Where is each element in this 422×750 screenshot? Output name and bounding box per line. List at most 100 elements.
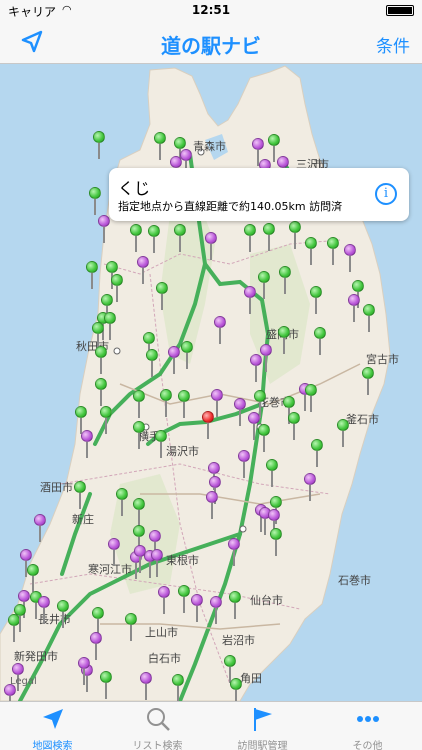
map-pin-unvisited[interactable] — [327, 237, 339, 265]
map-pin-visited[interactable] — [98, 215, 110, 243]
map-pin-unvisited[interactable] — [258, 424, 270, 452]
city-label: 仙台市 — [250, 594, 283, 607]
conditions-button[interactable]: 条件 — [376, 32, 410, 57]
tab-visited-management[interactable]: 訪問駅管理 — [210, 702, 315, 750]
map-pin-visited[interactable] — [205, 232, 217, 260]
map-pin-visited[interactable] — [250, 354, 262, 382]
flag-icon — [254, 708, 272, 731]
map-pin-unvisited[interactable] — [155, 430, 167, 458]
map-view[interactable]: 青森市 三沢市 秋田市 宮古市 盛岡市 花巻市 釜石市 湯沢市 横手 酒田市 新… — [0, 64, 422, 701]
map-pin-unvisited[interactable] — [278, 326, 290, 354]
map-pin-visited[interactable] — [206, 491, 218, 519]
map-pin-visited[interactable] — [228, 538, 240, 566]
tab-label: 地図検索 — [32, 741, 73, 750]
callout-station-name: くじ — [118, 179, 151, 198]
map-pin-unvisited[interactable] — [181, 341, 193, 369]
map-pin-unvisited[interactable] — [154, 132, 166, 160]
city-label: 新庄 — [72, 513, 94, 526]
map-pin-unvisited[interactable] — [311, 439, 323, 467]
map-pin-unvisited[interactable] — [156, 282, 168, 310]
map-pin-unvisited[interactable] — [305, 384, 317, 412]
map-pin-unvisited[interactable] — [133, 498, 145, 526]
map-pin-visited[interactable] — [344, 244, 356, 272]
map-pin-unvisited[interactable] — [93, 131, 105, 159]
map-pin-unvisited[interactable] — [314, 327, 326, 355]
tab-label: リスト検索 — [132, 741, 183, 750]
tab-list-search[interactable]: リスト検索 — [105, 702, 210, 750]
map-pin-unvisited[interactable] — [172, 674, 184, 701]
map-pin-unvisited[interactable] — [116, 488, 128, 516]
map-pin-visited[interactable] — [168, 346, 180, 374]
map-pin-unvisited[interactable] — [229, 591, 241, 619]
map-pin-unvisited[interactable] — [263, 223, 275, 251]
map-pin-unvisited[interactable] — [148, 225, 160, 253]
map-pin-unvisited[interactable] — [178, 390, 190, 418]
map-pin-unvisited[interactable] — [305, 237, 317, 265]
map-pin-visited[interactable] — [244, 286, 256, 314]
map-pin-unvisited[interactable] — [244, 224, 256, 252]
map-pin-unvisited[interactable] — [363, 304, 375, 332]
map-pin-unvisited[interactable] — [133, 421, 145, 449]
map-pin-visited[interactable] — [151, 549, 163, 577]
map-pin-unvisited[interactable] — [270, 528, 282, 556]
map-pin-unvisited[interactable] — [258, 271, 270, 299]
map-pin-visited[interactable] — [234, 398, 246, 426]
map-pin-unvisited[interactable] — [174, 224, 186, 252]
status-bar: キャリア ◠ 12:51 — [0, 0, 422, 20]
map-pin-unvisited[interactable] — [125, 613, 137, 641]
map-pin-visited[interactable] — [90, 632, 102, 660]
map-pin-unvisited[interactable] — [146, 349, 158, 377]
map-pin-unvisited[interactable] — [89, 187, 101, 215]
map-pin-visited[interactable] — [108, 538, 120, 566]
map-pin-visited[interactable] — [38, 596, 50, 624]
map-pin-visited[interactable] — [238, 450, 250, 478]
map-pin-visited[interactable] — [210, 596, 222, 624]
map-pin-unvisited[interactable] — [95, 378, 107, 406]
map-pin-unvisited[interactable] — [86, 261, 98, 289]
legal-link[interactable]: Legal — [10, 676, 37, 687]
map-pin-visited[interactable] — [34, 514, 46, 542]
location-arrow-icon — [43, 709, 63, 729]
map-pin-unvisited[interactable] — [100, 671, 112, 699]
city-label: 宮古市 — [366, 353, 399, 366]
map-pin-visited[interactable] — [191, 594, 203, 622]
navigation-bar: 道の駅ナビ 条件 — [0, 20, 422, 64]
map-pin-unvisited[interactable] — [279, 266, 291, 294]
map-pin-selected[interactable] — [202, 411, 214, 439]
map-pin-unvisited[interactable] — [92, 607, 104, 635]
map-pin-unvisited[interactable] — [289, 221, 301, 249]
tab-more[interactable]: その他 — [315, 702, 420, 750]
map-pin-unvisited[interactable] — [288, 412, 300, 440]
tab-map-search[interactable]: 地図検索 — [0, 702, 105, 750]
map-pin-unvisited[interactable] — [133, 390, 145, 418]
station-callout[interactable]: くじ 指定地点から直線距離で約140.05km 訪問済 i — [109, 168, 409, 221]
map-pin-visited[interactable] — [78, 657, 90, 685]
map-pin-unvisited[interactable] — [130, 224, 142, 252]
map-pin-unvisited[interactable] — [178, 585, 190, 613]
map-pin-unvisited[interactable] — [57, 600, 69, 628]
map-pin-visited[interactable] — [140, 672, 152, 700]
map-pin-visited[interactable] — [81, 430, 93, 458]
map-pin-unvisited[interactable] — [74, 481, 86, 509]
map-pin-unvisited[interactable] — [104, 312, 116, 340]
map-pin-visited[interactable] — [304, 473, 316, 501]
magnifier-icon — [147, 708, 170, 731]
map-pin-unvisited[interactable] — [362, 367, 374, 395]
map-pin-unvisited[interactable] — [100, 406, 112, 434]
map-pin-unvisited[interactable] — [27, 564, 39, 592]
map-pin-unvisited[interactable] — [337, 419, 349, 447]
map-pin-unvisited[interactable] — [14, 604, 26, 632]
map-pin-unvisited[interactable] — [266, 459, 278, 487]
map-pin-unvisited[interactable] — [230, 678, 242, 701]
map-pin-visited[interactable] — [137, 256, 149, 284]
map-pin-visited[interactable] — [214, 316, 226, 344]
tab-label: 訪問駅管理 — [237, 741, 288, 750]
info-icon[interactable]: i — [375, 183, 397, 205]
map-pin-visited[interactable] — [158, 586, 170, 614]
page-title: 道の駅ナビ — [161, 34, 261, 58]
map-pin-visited[interactable] — [348, 294, 360, 322]
clock: 12:51 — [191, 3, 231, 17]
map-pin-unvisited[interactable] — [160, 389, 172, 417]
map-pin-unvisited[interactable] — [95, 346, 107, 374]
map-pin-unvisited[interactable] — [310, 286, 322, 314]
